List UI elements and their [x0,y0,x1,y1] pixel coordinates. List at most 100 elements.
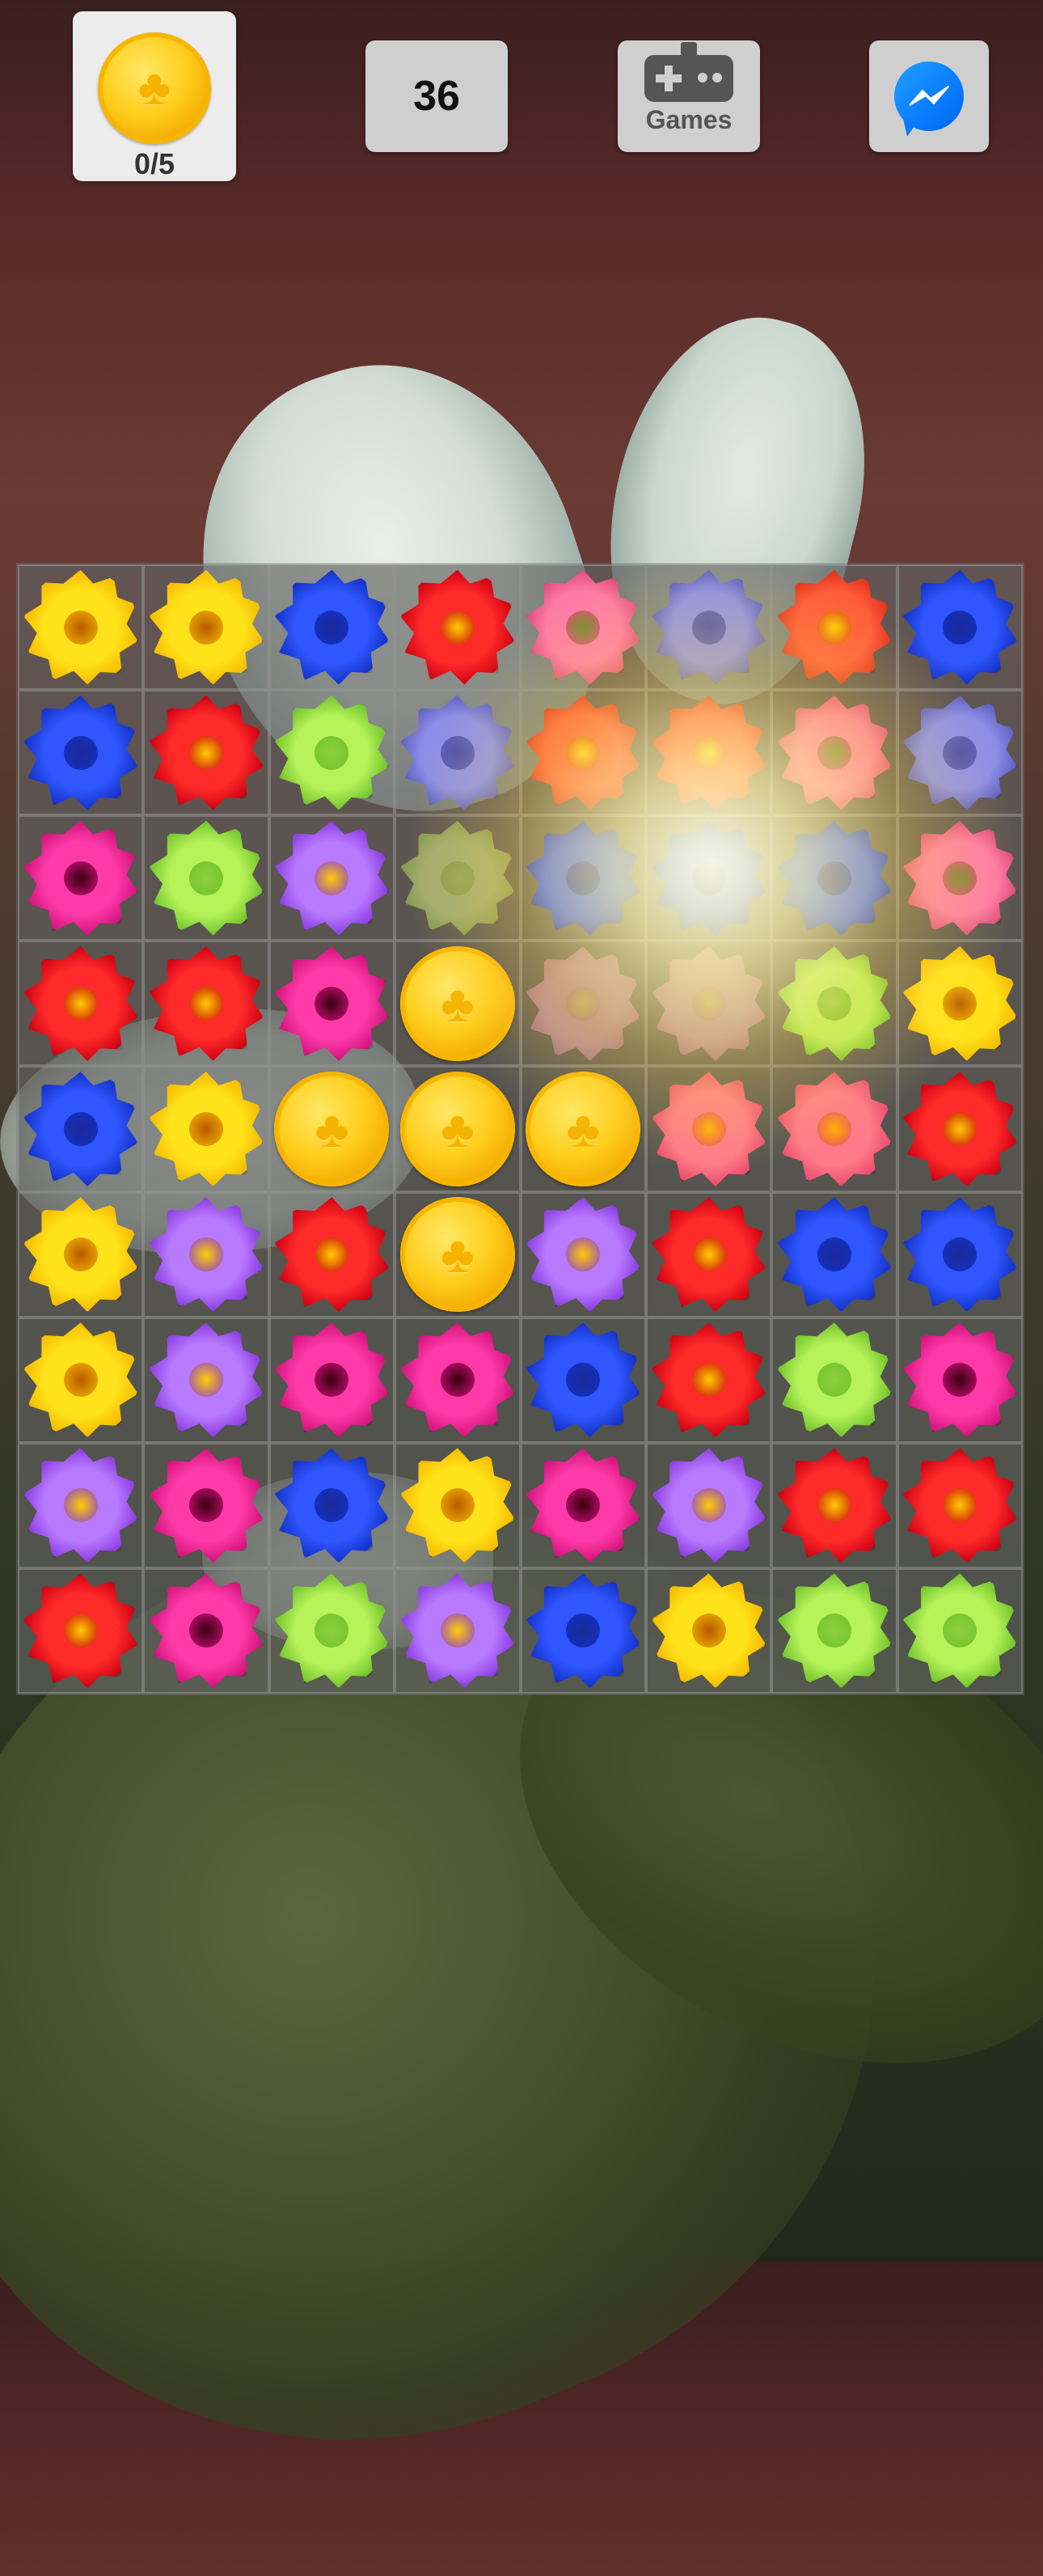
board-cell[interactable] [897,1442,1023,1568]
board-cell[interactable] [897,1066,1023,1192]
board-cell[interactable] [771,1442,897,1568]
board-cell[interactable] [771,1567,897,1694]
magenta-flower-tile [23,820,138,936]
board-cell[interactable] [771,565,897,691]
board-cell[interactable] [143,690,269,816]
clover-icon: ♣ [315,1099,349,1158]
board-cell[interactable] [520,1191,646,1318]
board-cell[interactable] [18,1191,144,1318]
blue-flower-tile [23,695,138,810]
magenta-flower-tile [149,1448,264,1563]
flower-center [566,735,601,770]
board-cell[interactable]: ♣ [268,1066,395,1192]
board-cell[interactable] [268,1442,395,1568]
board-cell[interactable] [268,1191,395,1318]
board-cell[interactable] [395,565,521,691]
board-cell[interactable] [897,815,1023,941]
board-cell[interactable] [143,941,269,1067]
board-cell[interactable] [268,815,395,941]
board-cell[interactable] [520,941,646,1067]
board-cell[interactable] [771,690,897,816]
flower-center [943,1111,978,1146]
board-cell[interactable] [645,1066,772,1192]
board-cell[interactable] [395,1442,521,1568]
board-cell[interactable] [771,815,897,941]
flower-center [63,1488,98,1523]
board-cell[interactable] [897,941,1023,1067]
board-cell[interactable] [268,690,395,816]
board-cell[interactable] [143,1317,269,1443]
yellow-flower-tile [23,1197,138,1313]
board-cell[interactable] [645,1191,772,1318]
messenger-share-button[interactable] [869,40,989,152]
flower-center [817,1614,851,1648]
board-cell[interactable] [771,1317,897,1443]
board-cell[interactable] [143,815,269,941]
board-cell[interactable] [143,1442,269,1568]
board-cell[interactable] [395,1317,521,1443]
board-cell[interactable] [897,565,1023,691]
clover-coin-tile: ♣ [274,1071,390,1186]
board-cell[interactable] [18,1317,144,1443]
flower-center [691,861,726,895]
board-cell[interactable] [520,1567,646,1694]
purple-flower-tile [23,1448,138,1563]
board-cell[interactable] [268,1317,395,1443]
board-cell[interactable] [771,941,897,1067]
board-cell[interactable]: ♣ [395,1066,521,1192]
green-flower-tile [902,1573,1018,1689]
board-cell[interactable] [268,941,395,1067]
board-cell[interactable] [18,565,144,691]
board-cell[interactable] [645,941,772,1067]
board-cell[interactable] [395,690,521,816]
board-cell[interactable] [520,565,646,691]
board-cell[interactable] [520,1442,646,1568]
lavender-flower-tile [902,695,1018,810]
green-flower-tile [776,1573,892,1689]
goal-progress-text: 0/5 [133,147,175,180]
board-cell[interactable] [395,815,521,941]
green-flower-tile [274,695,390,810]
board-cell[interactable] [395,1567,521,1694]
board-cell[interactable] [645,690,772,816]
board-cell[interactable] [18,941,144,1067]
board-cell[interactable] [143,1191,269,1318]
board-cell[interactable] [18,1442,144,1568]
board-cell[interactable] [18,690,144,816]
board-cell[interactable] [520,690,646,816]
board-cell[interactable]: ♣ [395,1191,521,1318]
flower-center [817,1363,851,1398]
board-cell[interactable] [18,1066,144,1192]
board-cell[interactable] [18,1567,144,1694]
games-button[interactable]: Games [618,40,760,152]
board-cell[interactable] [520,815,646,941]
board-cell[interactable] [645,565,772,691]
board-cell[interactable] [645,1567,772,1694]
board-cell[interactable] [520,1317,646,1443]
board-cell[interactable] [645,815,772,941]
board-cell[interactable]: ♣ [520,1066,646,1192]
blue-flower-tile [526,820,641,936]
board-cell[interactable]: ♣ [395,941,521,1067]
board-cell[interactable] [268,565,395,691]
board-cell[interactable] [268,1567,395,1694]
board-cell[interactable] [771,1066,897,1192]
flower-center [63,986,98,1021]
board-cell[interactable] [143,565,269,691]
board-cell[interactable] [897,1567,1023,1694]
board-cell[interactable] [771,1191,897,1318]
board-cell[interactable] [143,1066,269,1192]
board-cell[interactable] [897,1191,1023,1318]
board-cell[interactable] [897,1317,1023,1443]
flower-center [315,861,349,895]
board-cell[interactable] [645,1442,772,1568]
board-cell[interactable] [645,1317,772,1443]
board-cell[interactable] [143,1567,269,1694]
board-cell[interactable] [897,690,1023,816]
flower-center [189,1363,224,1398]
board-cell[interactable] [18,815,144,941]
blue-flower-tile [526,1573,641,1689]
blue-flower-tile [902,569,1018,685]
orange-flower-tile [526,695,641,810]
red-flower-tile [776,1448,892,1563]
